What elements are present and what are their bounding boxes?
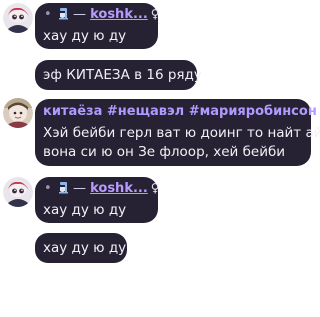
message-author[interactable]: • — koshk... ♀ xyxy=(44,7,160,22)
message-bubble[interactable]: китаёза #нещавэл #марияробинсон Хэй бейб… xyxy=(35,99,320,166)
message-bubble[interactable]: • — koshk... ♀ хау ду ю ду xyxy=(35,3,160,49)
message-text: хау ду ю ду xyxy=(43,28,127,44)
bullet-dot: • xyxy=(44,181,52,196)
message-bubble[interactable]: • — koshk... ♀ хау ду ю ду xyxy=(35,177,160,223)
message-text-line: вона си ю он Зе флоор, хей бейби xyxy=(43,144,286,160)
user-avatar[interactable] xyxy=(3,177,33,207)
bullet-dot: • xyxy=(44,7,52,22)
stand-mixer-icon xyxy=(55,7,73,22)
message-text: хау ду ю ду xyxy=(43,240,127,256)
message-author[interactable]: • — koshk... ♀ xyxy=(44,181,160,196)
message-author[interactable]: китаёза #нещавэл #марияробинсон xyxy=(43,104,317,119)
stand-mixer-icon xyxy=(55,181,73,196)
message-bubble[interactable]: эф КИТАЕЗА в 16 ряду xyxy=(35,60,202,90)
message-text: эф КИТАЕЗА в 16 ряду xyxy=(43,67,202,83)
female-sign-icon: ♀ xyxy=(150,181,160,195)
user-avatar[interactable] xyxy=(3,98,33,128)
message-bubble[interactable]: хау ду ю ду xyxy=(35,233,127,263)
user-avatar[interactable] xyxy=(3,3,33,33)
message-text-line: Хэй бейби герл ват ю доинг то найт ай xyxy=(43,125,320,141)
female-sign-icon: ♀ xyxy=(150,7,160,21)
message-text: хау ду ю ду xyxy=(43,202,127,218)
